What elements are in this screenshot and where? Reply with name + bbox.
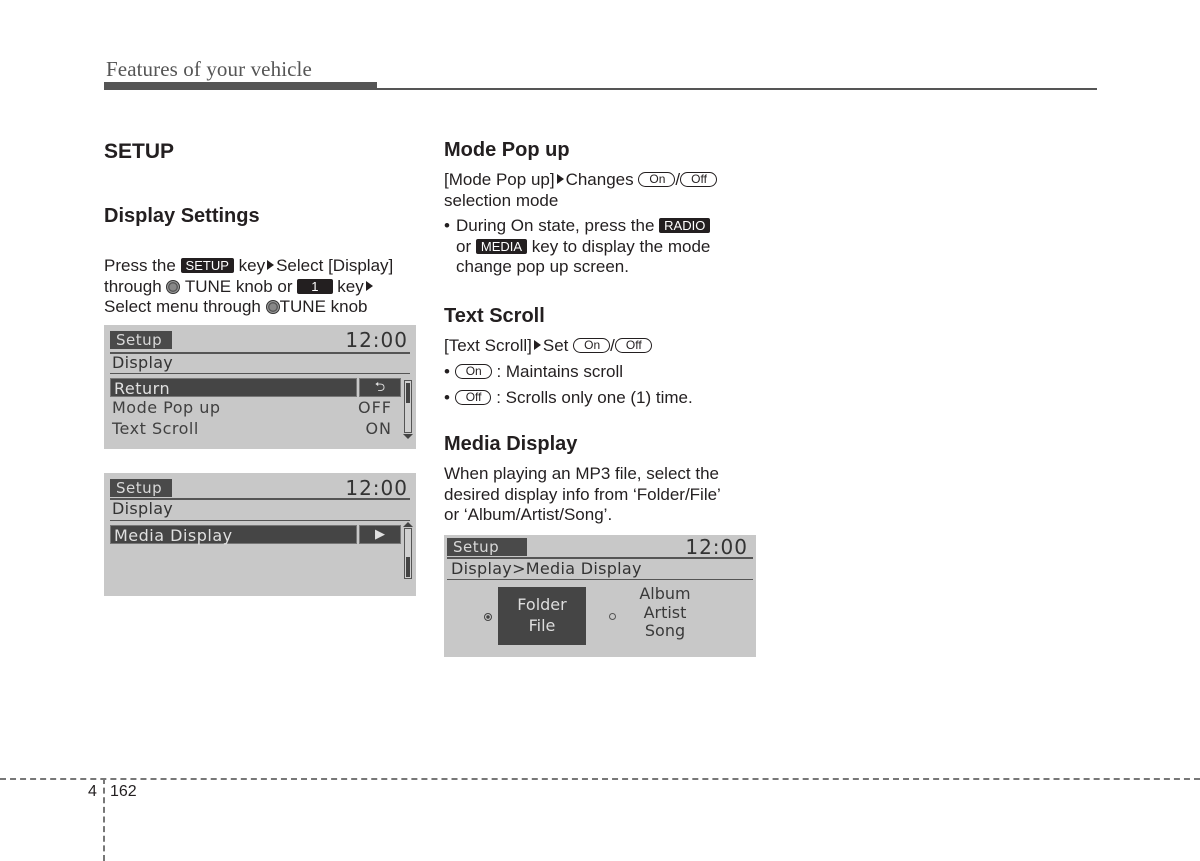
lcd-divider bbox=[110, 520, 410, 521]
arrow-right-icon bbox=[533, 340, 541, 350]
lcd-tab-setup: Setup bbox=[110, 331, 173, 349]
radio-key-badge: RADIO bbox=[659, 218, 711, 233]
off-pill: Off bbox=[614, 338, 652, 353]
lcd-row-label[interactable]: Text Scroll bbox=[112, 419, 199, 438]
arrow-right-icon bbox=[556, 174, 564, 184]
lcd-tab-setup: Setup bbox=[110, 479, 173, 497]
mode-popup-title: Mode Pop up bbox=[444, 139, 570, 161]
option-line: Folder bbox=[517, 595, 567, 614]
text: During On state, press the bbox=[456, 216, 655, 235]
arrow-right-icon bbox=[365, 280, 373, 291]
lcd-subtitle: Display bbox=[112, 353, 174, 372]
off-pill: Off bbox=[680, 172, 717, 187]
lcd-row-media-display-selected[interactable]: Media Display bbox=[110, 525, 357, 545]
text: key bbox=[337, 276, 364, 296]
lcd-row-return-selected[interactable]: Return bbox=[110, 378, 357, 398]
scroll-down-icon bbox=[403, 434, 413, 439]
text: through bbox=[104, 276, 162, 296]
tune-knob-icon bbox=[166, 279, 181, 294]
text: key bbox=[238, 256, 266, 275]
text: Select menu through bbox=[104, 297, 261, 316]
number-key-badge: 1 bbox=[297, 278, 333, 294]
text: Select [Display] bbox=[276, 256, 394, 275]
text: Press the bbox=[104, 256, 176, 275]
text: [Mode Pop up] bbox=[444, 170, 555, 189]
page-number: 162 bbox=[110, 783, 137, 800]
return-icon[interactable]: ⮌ bbox=[359, 378, 401, 397]
text-scroll-text: [Text Scroll] Set On / Off bbox=[444, 336, 764, 357]
footer-rule-vertical bbox=[103, 778, 105, 861]
arrow-right-icon bbox=[267, 260, 275, 270]
lcd-screen-media-display-options: Setup 12:00 Display>Media Display Folder… bbox=[444, 535, 756, 657]
text: Set bbox=[542, 336, 569, 355]
footer-rule bbox=[0, 778, 1200, 780]
on-pill: On bbox=[573, 338, 611, 353]
text: When playing an MP3 file, select the bbox=[444, 464, 719, 483]
option-folder-file[interactable]: Folder File bbox=[498, 587, 586, 645]
text: change pop up screen. bbox=[456, 257, 629, 276]
header-rule-thin bbox=[104, 88, 1097, 90]
text: or bbox=[456, 236, 472, 256]
scroll-up-icon bbox=[403, 522, 413, 527]
radio-unselected-icon[interactable] bbox=[609, 613, 616, 620]
text: key to display the mode bbox=[531, 236, 711, 256]
text: Changes bbox=[565, 170, 634, 189]
text: desired display info from ‘Folder/File’ bbox=[444, 484, 721, 504]
lcd-screen-display-menu: Setup 12:00 Display Return ⮌ Mode Pop up… bbox=[104, 325, 416, 449]
section-title: SETUP bbox=[104, 140, 175, 163]
lcd-scrollbar[interactable] bbox=[404, 528, 412, 579]
option-line: Song bbox=[644, 621, 686, 640]
lcd-breadcrumb: Display>Media Display bbox=[451, 559, 642, 578]
lcd-tab-setup: Setup bbox=[447, 538, 527, 556]
tune-knob-icon bbox=[265, 300, 280, 314]
text-scroll-title: Text Scroll bbox=[444, 305, 545, 327]
lcd-divider bbox=[447, 579, 753, 580]
lcd-divider bbox=[110, 373, 410, 374]
lcd-row-value: ON bbox=[365, 419, 392, 438]
lcd-clock: 12:00 bbox=[345, 476, 408, 500]
lcd-clock: 12:00 bbox=[345, 328, 408, 352]
option-line: Album bbox=[639, 584, 691, 603]
arrow-right-icon[interactable]: ▶ bbox=[359, 525, 401, 544]
lcd-row-value: OFF bbox=[358, 398, 392, 417]
radio-selected-icon[interactable] bbox=[484, 613, 492, 621]
text: TUNE knob or bbox=[184, 276, 293, 296]
text-scroll-bullet-off: • Off : Scrolls only one (1) time. bbox=[444, 388, 693, 407]
text-scroll-bullet-on: • On : Maintains scroll bbox=[444, 362, 624, 381]
media-display-text: When playing an MP3 file, select the des… bbox=[444, 464, 764, 526]
lcd-scrollbar[interactable] bbox=[404, 380, 412, 433]
lcd-row-label[interactable]: Mode Pop up bbox=[112, 398, 221, 417]
instructions: Press the SETUP key Select [Display] thro… bbox=[104, 256, 424, 318]
text: : Maintains scroll bbox=[496, 362, 624, 381]
subsection-title: Display Settings bbox=[104, 205, 260, 227]
text: : Scrolls only one (1) time. bbox=[496, 388, 693, 407]
media-key-badge: MEDIA bbox=[475, 238, 528, 254]
running-header: Features of your vehicle bbox=[106, 57, 312, 81]
setup-key-badge: SETUP bbox=[180, 258, 234, 273]
text: or ‘Album/Artist/Song’. bbox=[444, 505, 613, 524]
text: selection mode bbox=[444, 190, 559, 210]
on-pill: On bbox=[638, 172, 676, 187]
mode-popup-text: [Mode Pop up] Changes On / Off selection mo… bbox=[444, 170, 764, 211]
text: TUNE knob bbox=[279, 297, 368, 316]
bullet: • bbox=[444, 216, 450, 235]
lcd-scroll-thumb[interactable] bbox=[406, 383, 410, 403]
lcd-screen-media-display-menu: Setup 12:00 Display Media Display ▶ bbox=[104, 473, 416, 596]
mode-popup-bullet: • During On state, press the RADIO or ME… bbox=[444, 216, 764, 278]
lcd-clock: 12:00 bbox=[685, 535, 748, 559]
option-line: Artist bbox=[643, 602, 687, 622]
off-pill: Off bbox=[454, 390, 492, 405]
option-album-artist-song[interactable]: Album Artist Song bbox=[632, 584, 698, 641]
on-pill: On bbox=[454, 364, 492, 379]
media-display-title: Media Display bbox=[444, 433, 578, 455]
lcd-scroll-thumb[interactable] bbox=[406, 557, 410, 577]
option-line: File bbox=[528, 616, 556, 635]
chapter-number: 4 bbox=[88, 783, 97, 800]
text: [Text Scroll] bbox=[444, 336, 532, 355]
lcd-subtitle: Display bbox=[112, 499, 174, 518]
